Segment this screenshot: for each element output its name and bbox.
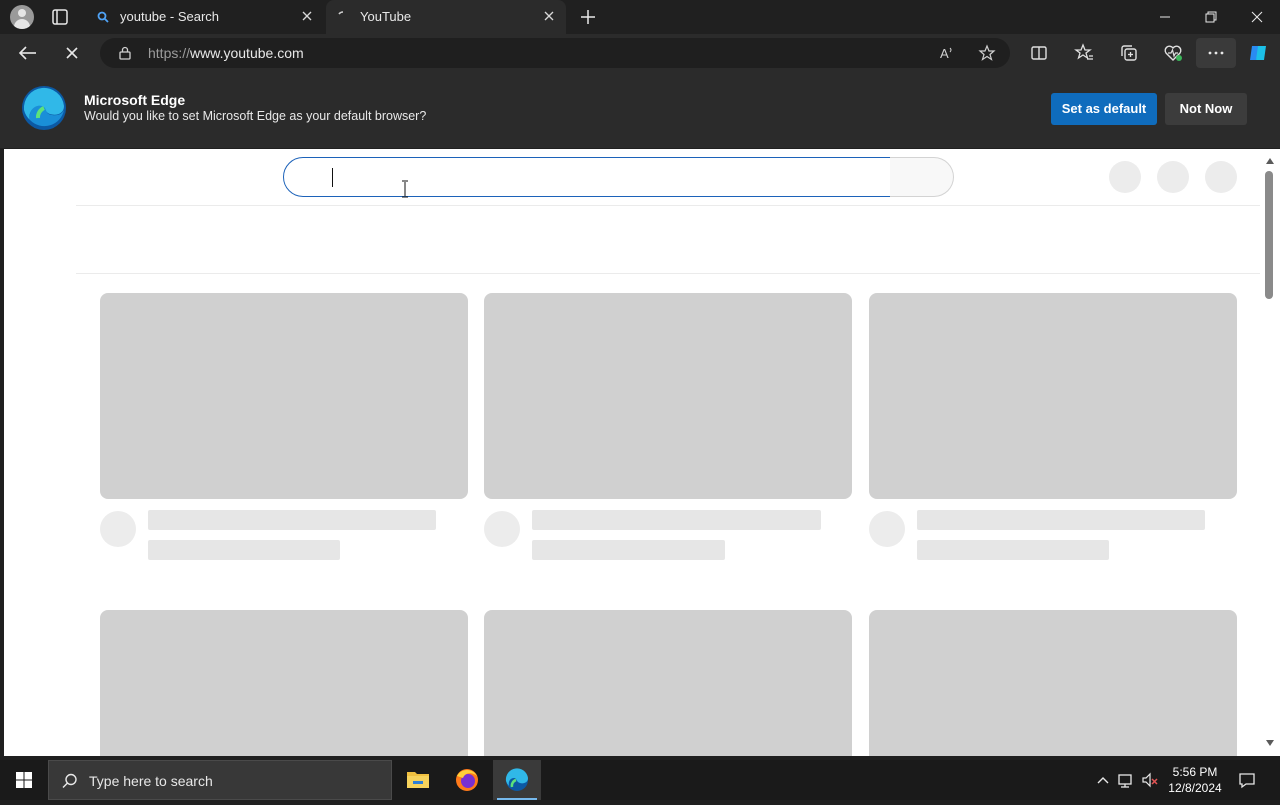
close-tab-icon[interactable] — [300, 9, 314, 23]
favorites-icon[interactable] — [1070, 39, 1098, 67]
profile-avatar-icon[interactable] — [10, 5, 34, 29]
notifications-icon[interactable] — [1237, 770, 1257, 790]
tab-title: youtube - Search — [120, 9, 220, 24]
video-thumbnail-placeholder — [484, 293, 852, 499]
taskbar-search-placeholder: Type here to search — [89, 773, 213, 789]
title-placeholder — [148, 510, 436, 530]
header-divider — [76, 205, 1260, 206]
volume-muted-icon[interactable] — [1140, 770, 1160, 790]
lock-icon[interactable] — [118, 46, 132, 60]
edge-logo-icon — [22, 86, 66, 130]
video-thumbnail-placeholder — [100, 293, 468, 499]
tab-strip: youtube - Search YouTube — [0, 0, 1280, 34]
address-bar[interactable]: https://www.youtube.com A — [100, 38, 1010, 68]
title-placeholder — [917, 510, 1205, 530]
clock-date: 12/8/2024 — [1168, 781, 1222, 795]
default-browser-infobar: Microsoft Edge Would you like to set Mic… — [0, 72, 1280, 148]
copilot-icon[interactable] — [1244, 39, 1272, 67]
meta-placeholder — [917, 540, 1109, 560]
channel-avatar-placeholder — [484, 511, 520, 547]
chips-divider — [76, 273, 1260, 274]
text-caret — [332, 168, 333, 187]
windows-taskbar: Type here to search 5:56 PM 12/8/2024 — [0, 760, 1280, 800]
search-icon — [62, 773, 77, 788]
header-icon-placeholder — [1205, 161, 1237, 193]
search-button[interactable] — [890, 157, 954, 197]
edge-icon — [505, 768, 528, 791]
header-icon-placeholder — [1109, 161, 1141, 193]
set-as-default-button[interactable]: Set as default — [1051, 93, 1157, 125]
scrollbar-thumb[interactable] — [1265, 171, 1273, 299]
not-now-button[interactable]: Not Now — [1165, 93, 1247, 125]
infobar-title: Microsoft Edge — [84, 92, 186, 108]
channel-avatar-placeholder — [100, 511, 136, 547]
mouse-ibeam-cursor — [402, 180, 408, 198]
close-window-icon[interactable] — [1234, 0, 1280, 34]
url-text: https://www.youtube.com — [148, 45, 304, 61]
browser-toolbar: https://www.youtube.com A — [0, 34, 1280, 72]
meta-placeholder — [532, 540, 725, 560]
taskbar-search-box[interactable]: Type here to search — [48, 760, 392, 800]
video-thumbnail-placeholder — [869, 610, 1237, 756]
windows-start-icon[interactable] — [0, 760, 48, 800]
new-tab-icon[interactable] — [578, 7, 598, 27]
show-hidden-icons-chevron-icon[interactable] — [1093, 770, 1113, 790]
tab-title: YouTube — [360, 9, 412, 24]
svg-text:A: A — [940, 46, 949, 61]
tab-youtube[interactable]: YouTube — [326, 0, 566, 34]
scroll-down-arrow-icon[interactable] — [1265, 739, 1275, 747]
read-aloud-icon[interactable]: A — [938, 44, 956, 62]
favorite-star-icon[interactable] — [978, 44, 996, 62]
infobar-message: Would you like to set Microsoft Edge as … — [84, 109, 427, 123]
file-explorer-icon[interactable] — [394, 760, 442, 800]
video-thumbnail-placeholder — [100, 610, 468, 756]
taskbar-edge-app[interactable] — [493, 760, 541, 800]
collections-icon[interactable] — [1115, 39, 1143, 67]
system-clock[interactable]: 5:56 PM 12/8/2024 — [1164, 764, 1226, 796]
firefox-icon[interactable] — [443, 760, 491, 800]
more-button[interactable] — [1196, 38, 1236, 68]
browser-essentials-icon[interactable] — [1159, 39, 1187, 67]
restore-icon[interactable] — [1188, 0, 1234, 34]
video-thumbnail-placeholder — [484, 610, 852, 756]
search-input[interactable] — [283, 157, 891, 197]
stop-loading-icon[interactable] — [58, 39, 86, 67]
split-screen-icon[interactable] — [1025, 39, 1053, 67]
tab-actions-icon[interactable] — [48, 7, 72, 27]
loading-icon — [338, 11, 344, 15]
meta-placeholder — [148, 540, 340, 560]
close-tab-icon[interactable] — [542, 9, 556, 23]
page-scrollbar[interactable] — [1260, 149, 1280, 756]
scroll-up-arrow-icon[interactable] — [1265, 157, 1275, 165]
page-content — [4, 149, 1260, 756]
search-icon — [97, 11, 109, 23]
header-icon-placeholder — [1157, 161, 1189, 193]
video-thumbnail-placeholder — [869, 293, 1237, 499]
more-icon — [1208, 51, 1224, 55]
clock-time: 5:56 PM — [1172, 765, 1218, 779]
channel-avatar-placeholder — [869, 511, 905, 547]
network-icon[interactable] — [1116, 770, 1136, 790]
minimize-icon[interactable] — [1142, 0, 1188, 34]
title-placeholder — [532, 510, 821, 530]
back-icon[interactable] — [14, 39, 42, 67]
tab-youtube-search[interactable]: youtube - Search — [86, 0, 324, 34]
